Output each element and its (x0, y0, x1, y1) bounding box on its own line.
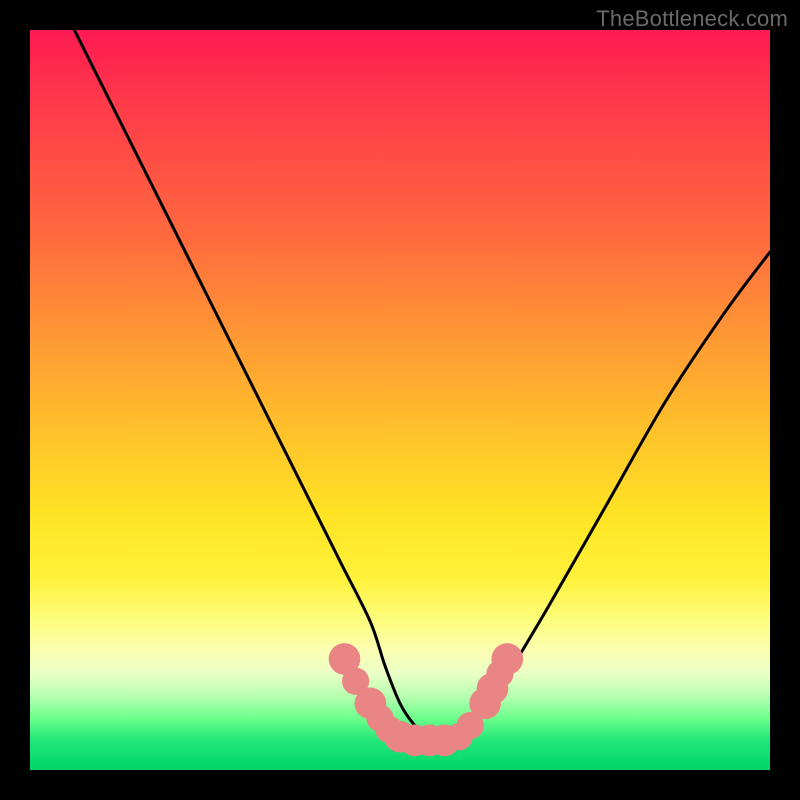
bottleneck-curve (74, 30, 770, 741)
curve-layer (74, 30, 770, 741)
chart-svg (30, 30, 770, 770)
highlight-marker (491, 643, 523, 675)
marker-layer (329, 643, 523, 756)
chart-frame: TheBottleneck.com (0, 0, 800, 800)
plot-area (30, 30, 770, 770)
watermark-text: TheBottleneck.com (596, 6, 788, 32)
